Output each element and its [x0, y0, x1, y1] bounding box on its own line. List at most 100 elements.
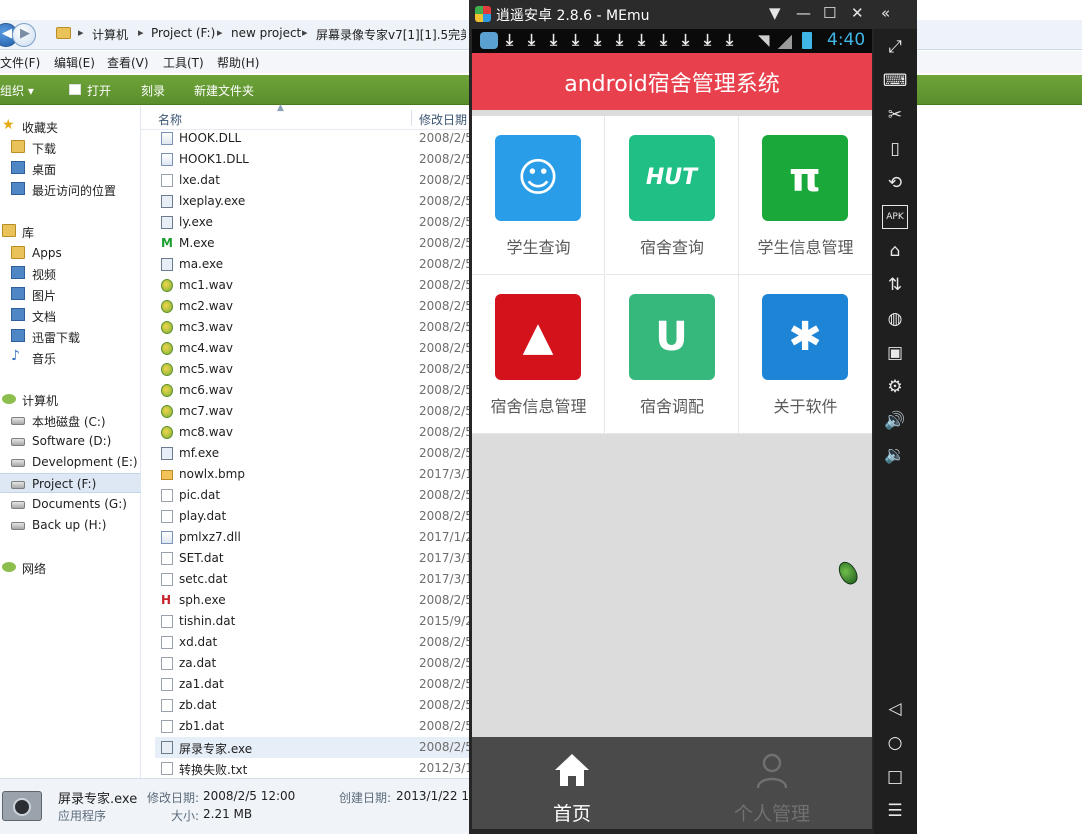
grid-item[interactable]: ☺ 学生查询 [472, 116, 605, 275]
file-row[interactable]: SET.dat 2017/3/13 [155, 548, 470, 569]
menu-icon[interactable]: ☰ [882, 799, 908, 823]
menu-view[interactable]: 查看(V) [107, 54, 149, 71]
shared-folder-icon[interactable]: ⌂ [882, 239, 908, 263]
menu-tools[interactable]: 工具(T) [163, 54, 204, 71]
file-row[interactable]: mc7.wav 2008/2/5 [155, 401, 470, 422]
file-row[interactable]: Hsph.exe 2008/2/5 [155, 590, 470, 611]
volume-down-icon[interactable]: 🔉 [882, 443, 908, 467]
nav-item[interactable]: 计算机 [0, 389, 141, 409]
nav-item[interactable]: 图片 [0, 284, 141, 304]
file-row[interactable]: lxe.dat 2008/2/5 [155, 170, 470, 191]
menu-file[interactable]: 文件(F) [0, 54, 40, 71]
close-button[interactable]: ✕ [851, 4, 864, 22]
file-row[interactable]: ly.exe 2008/2/5 [155, 212, 470, 233]
file-row[interactable]: 屏录专家.exe 2008/2/5 [155, 737, 470, 758]
nav-item[interactable]: Software (D:) [0, 431, 141, 451]
grid-item[interactable]: ▲ 宿舍信息管理 [472, 275, 605, 434]
breadcrumb-project[interactable]: Project (F:) [151, 26, 215, 40]
nav-item[interactable]: 库 [0, 221, 141, 241]
menu-edit[interactable]: 编辑(E) [54, 54, 95, 71]
nav-item[interactable]: Apps [0, 243, 141, 263]
keyboard-icon[interactable]: ⌨ [882, 69, 908, 93]
nav-item[interactable]: 桌面 [0, 158, 141, 178]
nav-item[interactable]: 下载 [0, 137, 141, 157]
scissors-icon[interactable]: ✂ [882, 103, 908, 127]
grid-item[interactable]: ✱ 关于软件 [739, 275, 872, 434]
tab-personal[interactable]: 个人管理 [672, 737, 872, 829]
file-row[interactable]: zb.dat 2008/2/5 [155, 695, 470, 716]
breadcrumb-current-folder[interactable]: 屏幕录像专家v7[1][1].5完美注 [316, 26, 466, 43]
settings-icon[interactable]: ⚙ [882, 375, 908, 399]
file-row[interactable]: xd.dat 2008/2/5 [155, 632, 470, 653]
nav-item[interactable]: 网络 [0, 557, 141, 577]
shake-icon[interactable]: ▯ [882, 137, 908, 161]
file-row[interactable]: za.dat 2008/2/5 [155, 653, 470, 674]
file-row[interactable]: ma.exe 2008/2/5 [155, 254, 470, 275]
forward-button[interactable]: ▶ [12, 23, 36, 47]
file-row[interactable]: mc5.wav 2008/2/5 [155, 359, 470, 380]
file-row[interactable]: play.dat 2008/2/5 [155, 506, 470, 527]
file-row[interactable]: HOOK1.DLL 2008/2/5 [155, 149, 470, 170]
menu-help[interactable]: 帮助(H) [217, 54, 259, 71]
file-row[interactable]: mf.exe 2008/2/5 [155, 443, 470, 464]
collapse-toolbar-icon[interactable]: « [881, 4, 890, 22]
grid-item[interactable]: π 学生信息管理 [739, 116, 872, 275]
grid-item[interactable]: U 宿舍调配 [605, 275, 739, 434]
column-name-header[interactable]: 名称 [158, 111, 182, 128]
file-row[interactable]: mc4.wav 2008/2/5 [155, 338, 470, 359]
home-nav-icon[interactable]: ○ [882, 731, 908, 755]
file-row[interactable]: za1.dat 2008/2/5 [155, 674, 470, 695]
file-row[interactable]: HOOK.DLL 2008/2/5 [155, 128, 470, 149]
grid-item[interactable]: HUT 宿舍查询 [605, 116, 739, 275]
nav-item[interactable]: 迅雷下载 [0, 326, 141, 346]
file-row[interactable]: M M.exe 2008/2/5 [155, 233, 470, 254]
nav-item[interactable]: 视频 [0, 263, 141, 283]
apk-icon[interactable]: APK [882, 205, 908, 229]
nav-item[interactable]: Documents (G:) [0, 494, 141, 514]
tab-home[interactable]: 首页 [472, 737, 672, 829]
nav-item[interactable]: ★ 收藏夹 [0, 116, 141, 136]
file-row[interactable]: setc.dat 2017/3/14 [155, 569, 470, 590]
status-time: 4:40 [827, 30, 866, 50]
transfer-icon[interactable]: ⇅ [882, 273, 908, 297]
column-date-header[interactable]: 修改日期 [419, 111, 467, 128]
nav-item[interactable]: ♪ 音乐 [0, 347, 141, 367]
file-row[interactable]: zb1.dat 2008/2/5 [155, 716, 470, 737]
file-row[interactable]: mc6.wav 2008/2/5 [155, 380, 470, 401]
nav-item[interactable]: Project (F:) [0, 473, 141, 493]
maximize-button[interactable]: ☐ [823, 4, 836, 22]
file-row[interactable]: mc2.wav 2008/2/5 [155, 296, 470, 317]
file-row[interactable]: mc8.wav 2008/2/5 [155, 422, 470, 443]
mouse-icon[interactable]: ◍ [882, 307, 908, 331]
file-row[interactable]: 转换失败.txt 2012/3/11 [155, 758, 470, 779]
file-row[interactable]: tishin.dat 2015/9/25 [155, 611, 470, 632]
nav-item[interactable]: 文档 [0, 305, 141, 325]
file-row[interactable]: lxeplay.exe 2008/2/5 [155, 191, 470, 212]
file-row[interactable]: mc1.wav 2008/2/5 [155, 275, 470, 296]
back-icon[interactable]: ◁ [882, 697, 908, 721]
breadcrumb-new-project[interactable]: new project [231, 26, 301, 40]
fullscreen-icon[interactable]: ⤢ [882, 35, 908, 59]
recents-icon[interactable]: □ [882, 765, 908, 789]
dropdown-icon[interactable]: ▼ [769, 4, 781, 22]
file-row[interactable]: nowlx.bmp 2017/3/14 [155, 464, 470, 485]
organize-button[interactable]: 组织 ▾ [0, 82, 34, 99]
nav-item-label: 网络 [22, 562, 47, 576]
file-row[interactable]: pic.dat 2008/2/5 [155, 485, 470, 506]
grid-item-label: 宿舍调配 [639, 397, 704, 416]
file-row[interactable]: mc3.wav 2008/2/5 [155, 317, 470, 338]
column-divider[interactable] [411, 110, 412, 126]
nav-item[interactable]: Back up (H:) [0, 515, 141, 535]
nav-item[interactable]: 本地磁盘 (C:) [0, 410, 141, 430]
new-folder-button[interactable]: 新建文件夹 [194, 82, 254, 99]
open-button[interactable]: 打开 [87, 82, 111, 99]
breadcrumb-computer[interactable]: 计算机 [92, 26, 128, 43]
volume-up-icon[interactable]: 🔊 [882, 409, 908, 433]
file-row[interactable]: pmlxz7.dll 2017/1/20 [155, 527, 470, 548]
burn-button[interactable]: 刻录 [141, 82, 165, 99]
rotate-icon[interactable]: ⟲ [882, 171, 908, 195]
nav-item[interactable]: Development (E:) [0, 452, 141, 472]
record-icon[interactable]: ▣ [882, 341, 908, 365]
minimize-button[interactable]: — [796, 4, 811, 22]
nav-item[interactable]: 最近访问的位置 [0, 179, 141, 199]
